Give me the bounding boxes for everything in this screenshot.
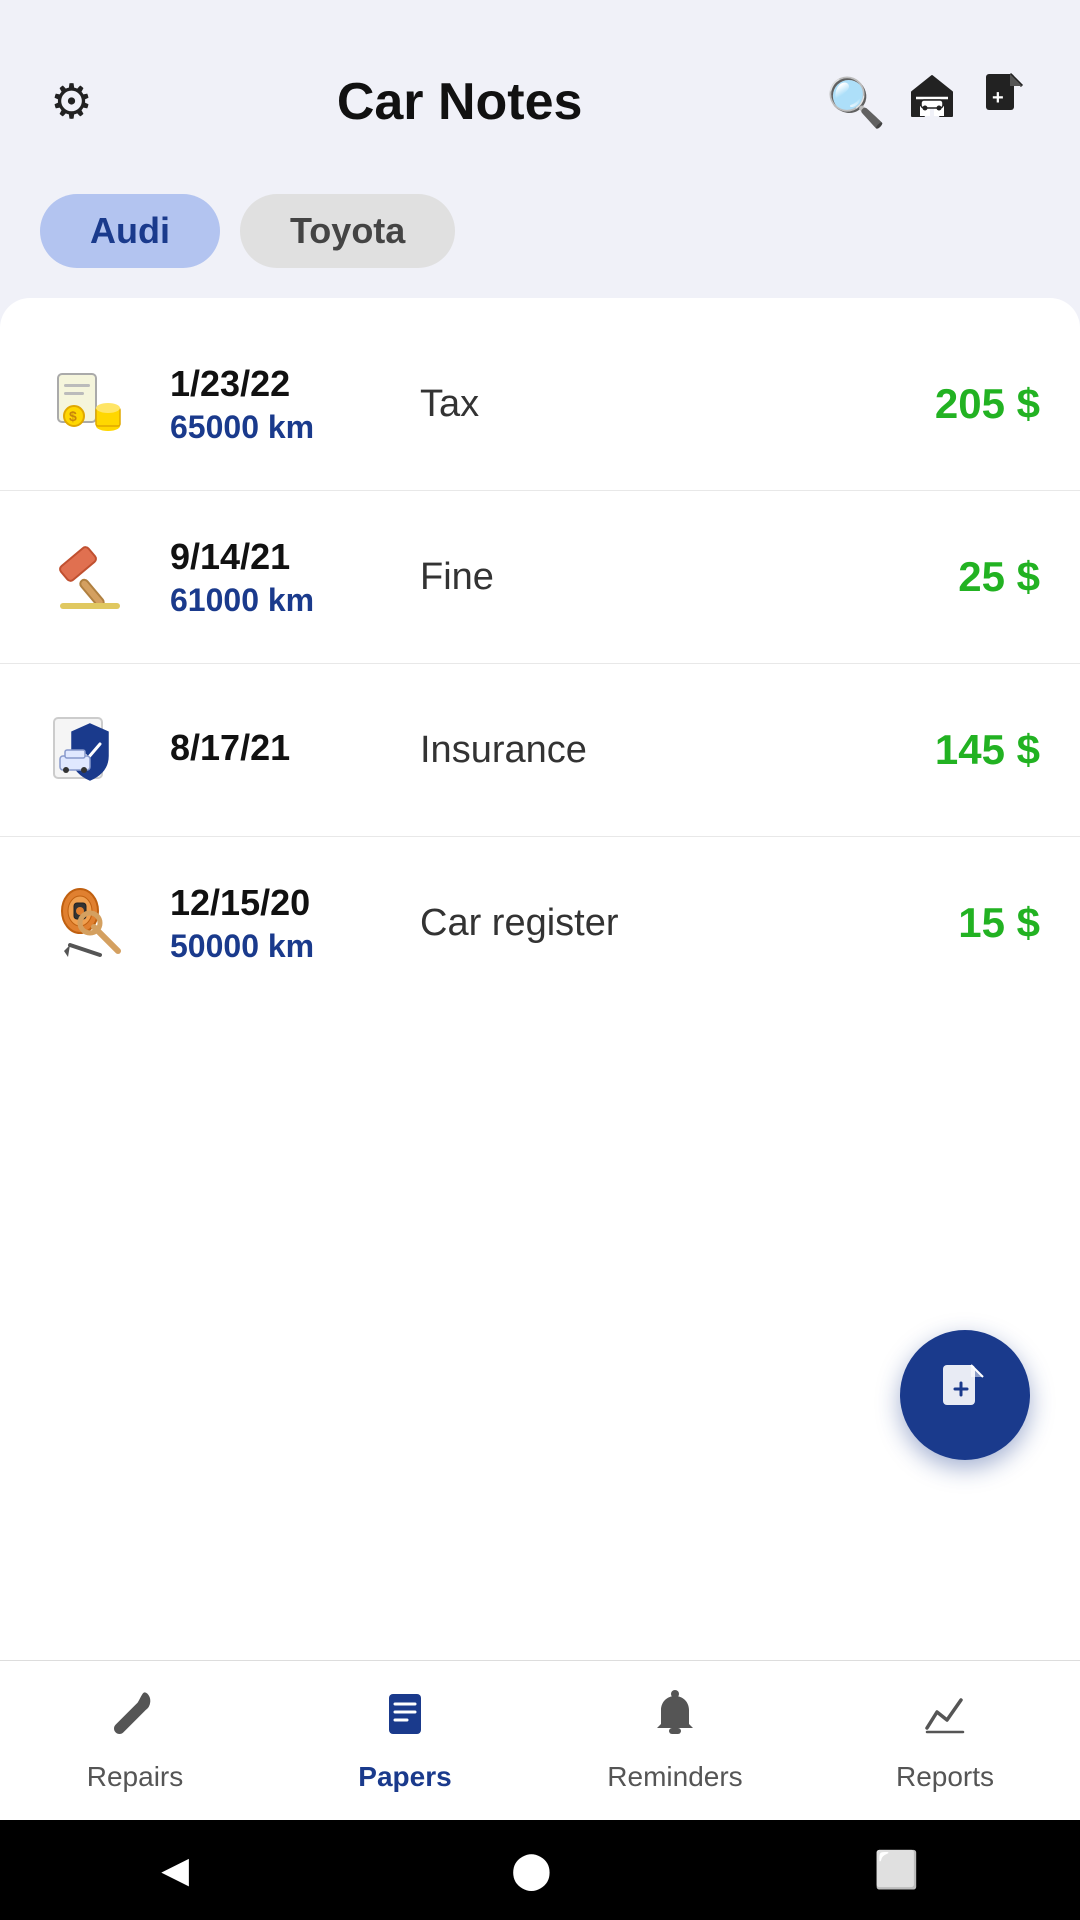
garage-icon[interactable] [896,60,968,144]
tab-audi[interactable]: Audi [40,194,220,268]
record-amount: 15 $ [880,899,1040,947]
record-icon-car-register [40,873,140,973]
record-meta: 1/23/22 65000 km [170,363,400,446]
record-type: Fine [400,556,880,599]
record-km: 65000 km [170,409,400,446]
nav-repairs-label: Repairs [87,1761,183,1793]
android-home-button[interactable]: ⬤ [511,1849,551,1891]
svg-text:$: $ [69,408,77,424]
android-nav-bar: ◀ ⬤ ⬜ [0,1820,1080,1920]
chart-icon [919,1688,971,1753]
tab-toyota[interactable]: Toyota [240,194,455,268]
papers-icon [379,1688,431,1753]
nav-reminders[interactable]: Reminders [540,1661,810,1820]
list-item[interactable]: 12/15/20 50000 km Car register 15 $ [0,837,1080,1009]
record-date: 1/23/22 [170,363,400,405]
record-icon-insurance [40,700,140,800]
nav-papers-label: Papers [358,1761,451,1793]
record-date: 9/14/21 [170,536,400,578]
record-type: Car register [400,902,880,945]
nav-repairs[interactable]: Repairs [0,1661,270,1820]
record-amount: 145 $ [880,726,1040,774]
svg-text:+: + [992,87,1004,109]
add-record-fab[interactable] [900,1330,1030,1460]
settings-icon[interactable]: ⚙ [40,64,103,140]
app-header: ⚙ Car Notes 🔍 + [0,0,1080,174]
record-meta: 9/14/21 61000 km [170,536,400,619]
add-document-fab-icon [935,1359,995,1432]
car-tabs: Audi Toyota [0,174,1080,298]
nav-reminders-label: Reminders [607,1761,742,1793]
record-date: 8/17/21 [170,727,400,769]
record-icon-tax: $ [40,354,140,454]
bell-icon [649,1688,701,1753]
android-recents-button[interactable]: ⬜ [874,1849,919,1891]
record-km: 50000 km [170,928,400,965]
app-title: Car Notes [103,72,816,132]
record-type: Tax [400,383,880,426]
add-document-icon[interactable]: + [968,60,1040,144]
wrench-icon [109,1688,161,1753]
main-wrapper: $ 1/23/22 65000 km Tax 205 $ [0,298,1080,1660]
search-icon[interactable]: 🔍 [816,64,896,141]
nav-reports-label: Reports [896,1761,994,1793]
bottom-navigation: Repairs Papers Reminders [0,1660,1080,1820]
record-amount: 205 $ [880,380,1040,428]
record-type: Insurance [400,729,880,772]
nav-reports[interactable]: Reports [810,1661,1080,1820]
record-amount: 25 $ [880,553,1040,601]
nav-papers[interactable]: Papers [270,1661,540,1820]
record-meta: 8/17/21 [170,727,400,773]
record-km: 61000 km [170,582,400,619]
list-item[interactable]: $ 1/23/22 65000 km Tax 205 $ [0,318,1080,491]
list-item[interactable]: 8/17/21 Insurance 145 $ [0,664,1080,837]
list-item[interactable]: 9/14/21 61000 km Fine 25 $ [0,491,1080,664]
records-list: $ 1/23/22 65000 km Tax 205 $ [0,298,1080,1660]
android-back-button[interactable]: ◀ [161,1849,189,1891]
record-icon-fine [40,527,140,627]
record-date: 12/15/20 [170,882,400,924]
record-meta: 12/15/20 50000 km [170,882,400,965]
